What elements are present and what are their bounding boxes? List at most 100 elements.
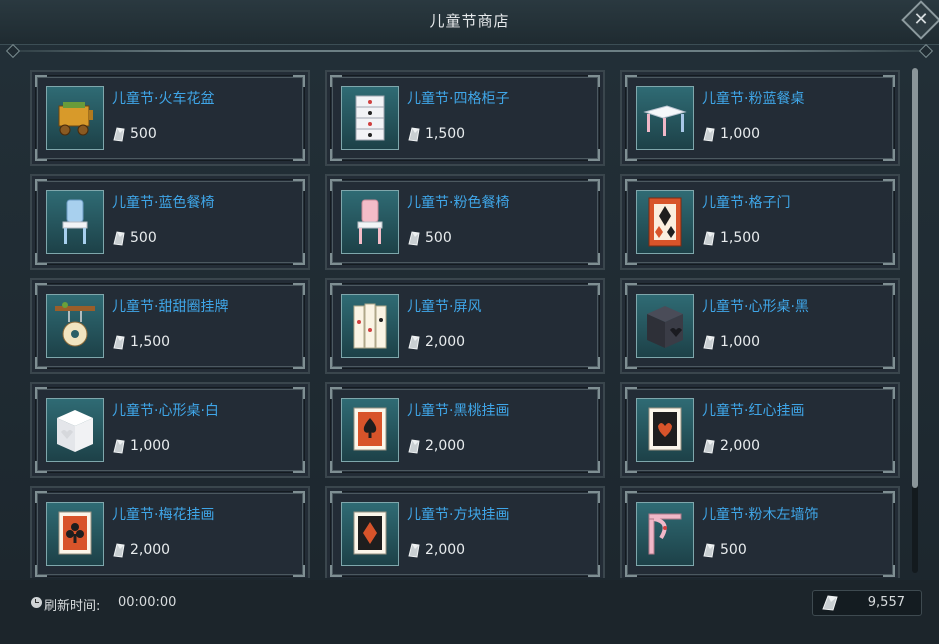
item-name: 儿童节·格子门: [702, 195, 791, 211]
item-icon-frame[interactable]: [636, 86, 694, 150]
item-icon-frame[interactable]: [46, 294, 104, 358]
item-price: 2,000: [407, 334, 465, 350]
shop-item-card[interactable]: 儿童节·蓝色餐椅 500: [30, 174, 310, 270]
card-corner: [588, 75, 600, 87]
item-name: 儿童节·粉蓝餐桌: [702, 91, 805, 107]
shop-item-card[interactable]: 儿童节·粉木左墙饰 500: [620, 486, 900, 578]
item-price-value: 500: [130, 126, 157, 142]
card-corner: [293, 283, 305, 295]
card-corner: [293, 491, 305, 503]
item-price-value: 2,000: [425, 334, 466, 350]
item-icon-frame[interactable]: [636, 190, 694, 254]
shop-item-card[interactable]: 儿童节·火车花盆 500: [30, 70, 310, 166]
refresh-time-value: 00:00:00: [118, 595, 177, 610]
item-icon-frame[interactable]: [341, 502, 399, 566]
item-price: 2,000: [112, 542, 170, 558]
shop-item-card[interactable]: 儿童节·四格柜子 1,500: [325, 70, 605, 166]
silver-crystal-icon: [702, 438, 720, 454]
item-icon-frame[interactable]: [636, 502, 694, 566]
shop-item-card[interactable]: 儿童节·梅花挂画 2,000: [30, 486, 310, 578]
shop-item-card[interactable]: 儿童节·红心挂画 2,000: [620, 382, 900, 478]
item-price: 2,000: [702, 438, 760, 454]
item-name: 儿童节·屏风: [407, 299, 482, 315]
card-corner: [883, 283, 895, 295]
card-corner: [293, 253, 305, 265]
card-corner: [35, 253, 47, 265]
card-corner: [625, 357, 637, 369]
item-icon-frame[interactable]: [46, 398, 104, 462]
silver-crystal-icon: [112, 334, 130, 350]
card-corner: [293, 461, 305, 473]
item-icon-frame[interactable]: [46, 502, 104, 566]
shop-item-card[interactable]: 儿童节·格子门 1,500: [620, 174, 900, 270]
shop-item-card[interactable]: 儿童节·甜甜圈挂牌 1,500: [30, 278, 310, 374]
item-price: 1,000: [702, 126, 760, 142]
scrollbar-thumb[interactable]: [912, 68, 918, 488]
card-corner: [293, 75, 305, 87]
card-corner: [35, 565, 47, 577]
card-corner: [293, 565, 305, 577]
card-corner: [588, 387, 600, 399]
item-name: 儿童节·方块挂画: [407, 507, 510, 523]
item-price: 500: [407, 230, 452, 246]
item-icon-frame[interactable]: [636, 294, 694, 358]
silver-crystal-icon: [702, 126, 720, 142]
item-price: 2,000: [407, 542, 465, 558]
silver-crystal-icon: [407, 542, 425, 558]
card-corner: [588, 283, 600, 295]
item-price: 500: [702, 542, 747, 558]
item-icon-frame[interactable]: [341, 190, 399, 254]
item-icon-frame[interactable]: [46, 86, 104, 150]
silver-crystal-icon: [702, 542, 720, 558]
card-corner: [625, 461, 637, 473]
card-corner: [293, 387, 305, 399]
shop-item-card[interactable]: 儿童节·心形桌·白 1,000: [30, 382, 310, 478]
item-list[interactable]: 儿童节·火车花盆 500 儿童节·四格柜子 1,500 儿童节·粉蓝餐桌 1,000 儿童节…: [22, 66, 912, 578]
card-corner: [883, 179, 895, 191]
card-corner: [588, 357, 600, 369]
item-icon-frame[interactable]: [636, 398, 694, 462]
refresh-time-label: 刷新时间:: [44, 599, 101, 614]
shop-item-card[interactable]: 儿童节·心形桌·黑 1,000: [620, 278, 900, 374]
shop-item-card[interactable]: 儿童节·屏风 2,000: [325, 278, 605, 374]
card-corner: [330, 461, 342, 473]
silver-crystal-icon: [112, 126, 130, 142]
card-corner: [35, 461, 47, 473]
silver-crystal-icon: [112, 438, 130, 454]
item-price-value: 2,000: [130, 542, 171, 558]
item-price-value: 1,000: [720, 334, 761, 350]
currency-value: 9,557: [867, 595, 905, 610]
item-icon-frame[interactable]: [46, 190, 104, 254]
item-icon-frame[interactable]: [341, 86, 399, 150]
item-icon-frame[interactable]: [341, 294, 399, 358]
card-corner: [330, 357, 342, 369]
item-price-value: 2,000: [720, 438, 761, 454]
close-icon: ✕: [913, 9, 929, 30]
silver-crystal-icon: [407, 334, 425, 350]
scrollbar[interactable]: [912, 68, 918, 573]
card-corner: [293, 179, 305, 191]
item-name: 儿童节·粉木左墙饰: [702, 507, 819, 523]
title-divider: [10, 50, 929, 52]
silver-crystal-icon: [112, 542, 130, 558]
card-corner: [588, 179, 600, 191]
item-icon-frame[interactable]: [341, 398, 399, 462]
shop-item-card[interactable]: 儿童节·方块挂画 2,000: [325, 486, 605, 578]
card-corner: [883, 357, 895, 369]
shop-window: 儿童节商店 ✕ 儿童节·火车花盆 500 儿童节·四格柜子 1,500 儿童节·粉蓝餐桌…: [0, 0, 939, 644]
card-corner: [330, 565, 342, 577]
item-price: 500: [112, 230, 157, 246]
shop-item-card[interactable]: 儿童节·粉色餐椅 500: [325, 174, 605, 270]
item-price: 1,000: [702, 334, 760, 350]
item-price-value: 1,500: [425, 126, 466, 142]
shop-item-card[interactable]: 儿童节·黑桃挂画 2,000: [325, 382, 605, 478]
silver-crystal-icon: [407, 438, 425, 454]
item-price-value: 500: [720, 542, 747, 558]
item-price: 1,500: [112, 334, 170, 350]
item-name: 儿童节·火车花盆: [112, 91, 215, 107]
item-name: 儿童节·梅花挂画: [112, 507, 215, 523]
item-price-value: 1,500: [130, 334, 171, 350]
item-price: 2,000: [407, 438, 465, 454]
shop-item-card[interactable]: 儿童节·粉蓝餐桌 1,000: [620, 70, 900, 166]
item-name: 儿童节·心形桌·黑: [702, 299, 809, 315]
